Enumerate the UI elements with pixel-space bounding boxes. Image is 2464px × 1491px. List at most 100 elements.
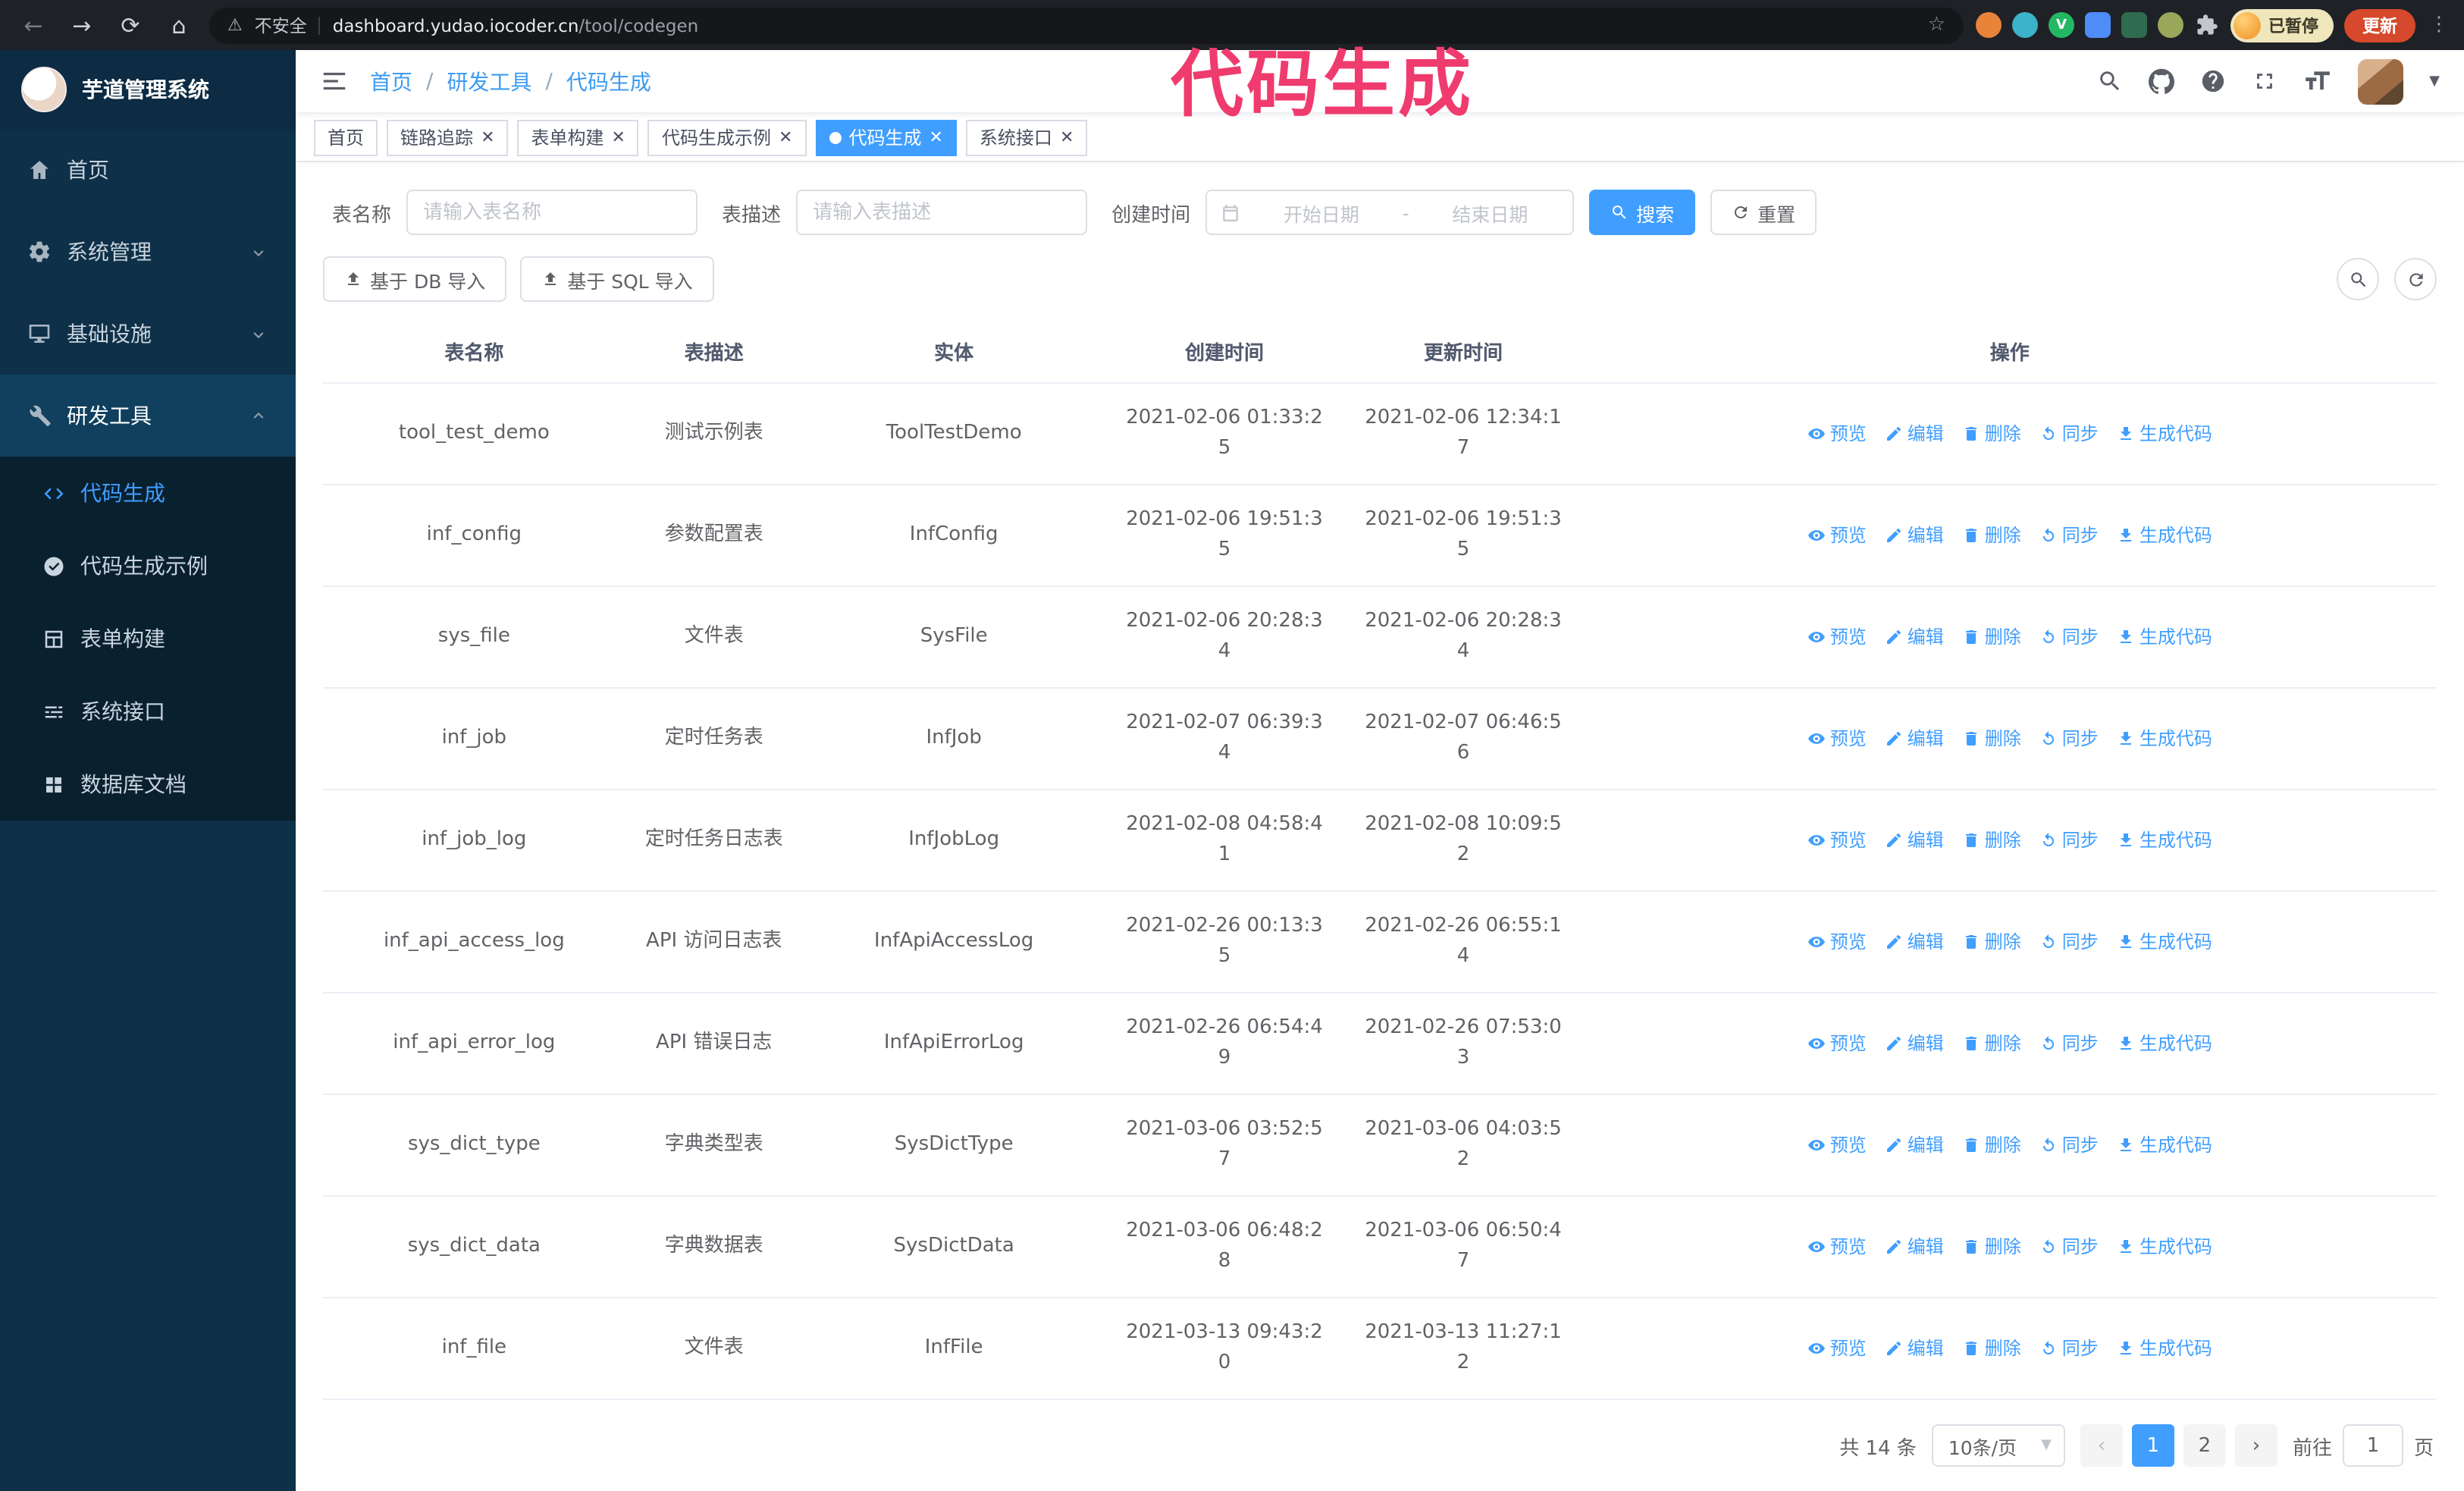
generate-code-link[interactable]: 生成代码 (2117, 825, 2212, 855)
sync-link[interactable]: 同步 (2039, 1232, 2099, 1262)
user-avatar[interactable] (2358, 58, 2404, 104)
edit-link[interactable]: 编辑 (1885, 1232, 1944, 1262)
browser-update-button[interactable]: 更新 (2344, 8, 2415, 42)
sidebar-item-2[interactable]: 系统管理 (0, 211, 296, 293)
sidebar-subitem[interactable]: 表单构建 (0, 602, 296, 675)
delete-link[interactable]: 删除 (1962, 1028, 2021, 1059)
preview-link[interactable]: 预览 (1807, 520, 1867, 551)
extension-icon[interactable] (2158, 12, 2183, 38)
generate-code-link[interactable]: 生成代码 (2117, 520, 2212, 551)
view-tab[interactable]: 系统接口 ✕ (965, 119, 1088, 155)
sync-link[interactable]: 同步 (2039, 1130, 2099, 1160)
sync-link[interactable]: 同步 (2039, 520, 2099, 551)
delete-link[interactable]: 删除 (1962, 520, 2021, 551)
table-desc-input[interactable] (796, 190, 1088, 235)
breadcrumb-item[interactable]: 研发工具 (447, 66, 531, 96)
preview-link[interactable]: 预览 (1807, 1232, 1867, 1262)
preview-link[interactable]: 预览 (1807, 825, 1867, 855)
generate-code-link[interactable]: 生成代码 (2117, 1130, 2212, 1160)
sidebar-subitem[interactable]: 代码生成 (0, 457, 296, 529)
toggle-search-button[interactable] (2337, 258, 2379, 300)
preview-link[interactable]: 预览 (1807, 724, 1867, 754)
browser-forward-icon[interactable]: → (64, 7, 100, 43)
browser-back-icon[interactable]: ← (15, 7, 52, 43)
edit-link[interactable]: 编辑 (1885, 1130, 1944, 1160)
sync-link[interactable]: 同步 (2039, 622, 2099, 652)
sidebar-item-4[interactable]: 研发工具 (0, 375, 296, 457)
search-icon[interactable] (2097, 68, 2123, 94)
delete-link[interactable]: 删除 (1962, 1232, 2021, 1262)
sync-link[interactable]: 同步 (2039, 724, 2099, 754)
search-button[interactable]: 搜索 (1589, 190, 1696, 235)
font-size-icon[interactable] (2303, 67, 2332, 96)
generate-code-link[interactable]: 生成代码 (2117, 419, 2212, 449)
refresh-table-button[interactable] (2394, 258, 2437, 300)
sync-link[interactable]: 同步 (2039, 825, 2099, 855)
generate-code-link[interactable]: 生成代码 (2117, 1232, 2212, 1262)
preview-link[interactable]: 预览 (1807, 622, 1867, 652)
next-page-button[interactable]: › (2234, 1424, 2277, 1467)
sync-link[interactable]: 同步 (2039, 419, 2099, 449)
import-sql-button[interactable]: 基于 SQL 导入 (520, 256, 714, 302)
goto-page-input[interactable] (2342, 1424, 2403, 1467)
sidebar-item-1[interactable]: 首页 (0, 129, 296, 211)
tab-close-icon[interactable]: ✕ (779, 129, 792, 146)
edit-link[interactable]: 编辑 (1885, 724, 1944, 754)
edit-link[interactable]: 编辑 (1885, 622, 1944, 652)
edit-link[interactable]: 编辑 (1885, 1028, 1944, 1059)
extension-icon[interactable] (2085, 12, 2111, 38)
sidebar-subitem[interactable]: 系统接口 (0, 675, 296, 748)
help-icon[interactable] (2200, 68, 2226, 94)
import-db-button[interactable]: 基于 DB 导入 (323, 256, 507, 302)
view-tab[interactable]: 链路追踪 ✕ (387, 119, 509, 155)
extension-icon[interactable] (2012, 12, 2038, 38)
delete-link[interactable]: 删除 (1962, 1130, 2021, 1160)
sidebar-subitem[interactable]: 数据库文档 (0, 748, 296, 821)
sync-link[interactable]: 同步 (2039, 1333, 2099, 1364)
sidebar-toggle-icon[interactable] (320, 67, 349, 96)
tab-close-icon[interactable]: ✕ (481, 129, 494, 146)
page-number-button[interactable]: 1 (2131, 1424, 2174, 1467)
generate-code-link[interactable]: 生成代码 (2117, 1028, 2212, 1059)
generate-code-link[interactable]: 生成代码 (2117, 724, 2212, 754)
edit-link[interactable]: 编辑 (1885, 927, 1944, 957)
delete-link[interactable]: 删除 (1962, 927, 2021, 957)
extension-icon[interactable] (2121, 12, 2147, 38)
date-range-picker[interactable]: 开始日期 - 结束日期 (1205, 190, 1575, 235)
app-logo[interactable]: 芋道管理系统 (0, 50, 296, 129)
edit-link[interactable]: 编辑 (1885, 419, 1944, 449)
page-number-button[interactable]: 2 (2183, 1424, 2226, 1467)
preview-link[interactable]: 预览 (1807, 419, 1867, 449)
chrome-menu-icon[interactable]: ⋮ (2429, 14, 2449, 36)
fullscreen-icon[interactable] (2252, 68, 2277, 94)
prev-page-button[interactable]: ‹ (2080, 1424, 2123, 1467)
preview-link[interactable]: 预览 (1807, 1028, 1867, 1059)
delete-link[interactable]: 删除 (1962, 622, 2021, 652)
reset-button[interactable]: 重置 (1710, 190, 1817, 235)
tab-close-icon[interactable]: ✕ (1060, 129, 1074, 146)
sync-link[interactable]: 同步 (2039, 927, 2099, 957)
view-tab[interactable]: 代码生成 ✕ (815, 119, 957, 155)
browser-address-bar[interactable]: ⚠ 不安全 dashboard.yudao.iocoder.cn/tool/co… (209, 7, 1964, 43)
generate-code-link[interactable]: 生成代码 (2117, 622, 2212, 652)
bookmark-star-icon[interactable]: ☆ (1928, 14, 1945, 36)
view-tab[interactable]: 代码生成示例 ✕ (647, 119, 807, 155)
sidebar-item-3[interactable]: 基础设施 (0, 293, 296, 375)
generate-code-link[interactable]: 生成代码 (2117, 927, 2212, 957)
tab-close-icon[interactable]: ✕ (612, 129, 625, 146)
view-tab[interactable]: 表单构建 ✕ (517, 119, 639, 155)
edit-link[interactable]: 编辑 (1885, 1333, 1944, 1364)
sidebar-subitem[interactable]: 代码生成示例 (0, 529, 296, 602)
extension-icon[interactable]: V (2049, 12, 2074, 38)
edit-link[interactable]: 编辑 (1885, 520, 1944, 551)
preview-link[interactable]: 预览 (1807, 1333, 1867, 1364)
breadcrumb-item[interactable]: 代码生成 (566, 66, 651, 96)
delete-link[interactable]: 删除 (1962, 724, 2021, 754)
tab-close-icon[interactable]: ✕ (929, 129, 942, 146)
github-icon[interactable] (2149, 68, 2175, 94)
delete-link[interactable]: 删除 (1962, 419, 2021, 449)
edit-link[interactable]: 编辑 (1885, 825, 1944, 855)
generate-code-link[interactable]: 生成代码 (2117, 1333, 2212, 1364)
browser-reload-icon[interactable]: ⟳ (112, 7, 149, 43)
sync-link[interactable]: 同步 (2039, 1028, 2099, 1059)
